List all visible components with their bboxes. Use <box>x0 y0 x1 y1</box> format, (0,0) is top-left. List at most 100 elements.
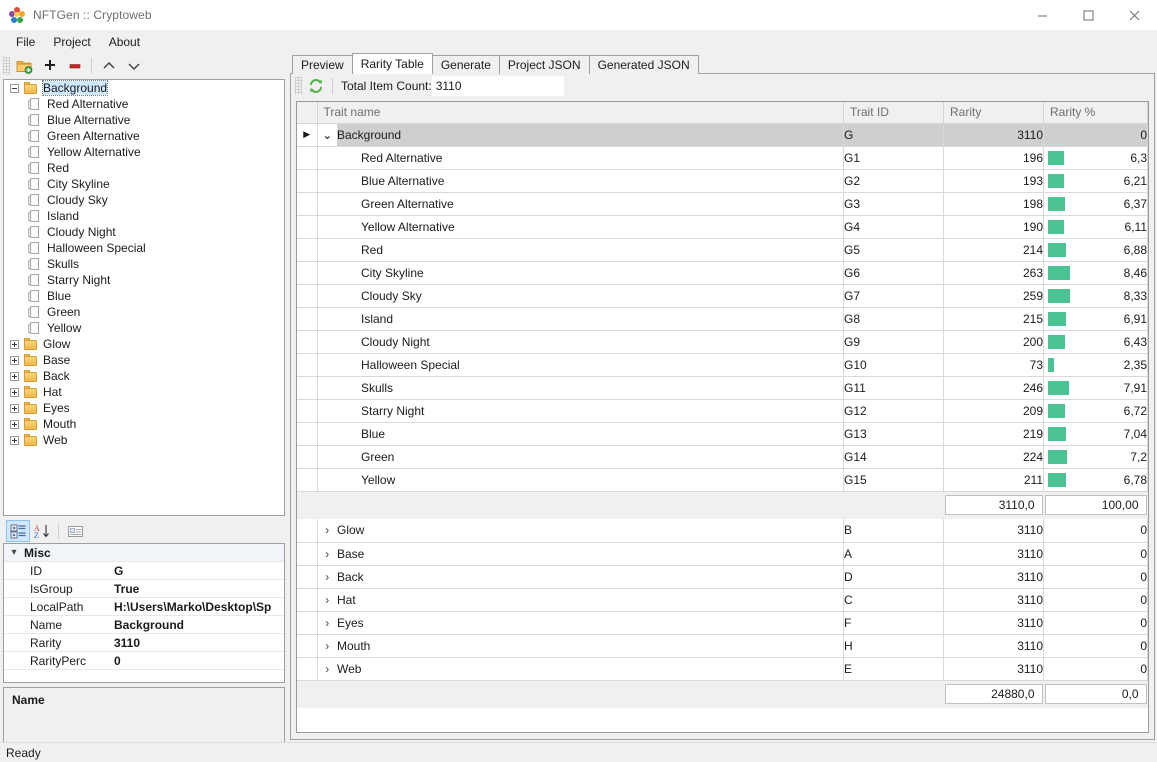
alphabetical-sort-icon[interactable]: A Z <box>30 520 54 542</box>
property-value[interactable]: H:\Users\Marko\Desktop\Sp <box>112 600 284 614</box>
row-selector[interactable] <box>297 284 318 308</box>
header-rarity-pct[interactable]: Rarity % <box>1043 102 1148 124</box>
row-selector[interactable] <box>297 238 318 262</box>
collapse-group-icon[interactable]: ⌄ <box>317 123 337 147</box>
refresh-icon[interactable] <box>304 75 328 97</box>
menu-about[interactable]: About <box>100 32 149 52</box>
move-up-icon[interactable] <box>96 55 121 77</box>
property-value[interactable]: 3110 <box>112 636 284 650</box>
table-row-group[interactable]: › Web E 3110 0 <box>297 657 1148 681</box>
grid-toolbar-grip[interactable] <box>295 77 302 95</box>
categorized-view-icon[interactable] <box>6 520 30 542</box>
tree-node-blue[interactable]: Blue <box>4 288 284 304</box>
plus-icon[interactable] <box>37 55 62 77</box>
table-row[interactable]: Green G14 224 7,2 <box>297 445 1148 469</box>
trait-tree[interactable]: Background Red Alternative Blue Alternativ… <box>3 79 285 516</box>
row-selector[interactable] <box>297 611 318 635</box>
collapse-icon[interactable] <box>10 83 19 93</box>
expand-icon[interactable] <box>10 419 19 429</box>
table-row[interactable]: Yellow G15 211 6,78 <box>297 468 1148 492</box>
row-selector[interactable] <box>297 588 318 612</box>
table-row-group[interactable]: › Hat C 3110 0 <box>297 588 1148 612</box>
tree-node-yellow[interactable]: Yellow <box>4 320 284 336</box>
tree-node-skulls[interactable]: Skulls <box>4 256 284 272</box>
table-row[interactable]: Island G8 215 6,91 <box>297 307 1148 331</box>
row-selector[interactable] <box>297 422 318 446</box>
row-selector[interactable] <box>297 146 318 170</box>
row-selector[interactable] <box>297 542 318 566</box>
expand-group-icon[interactable]: › <box>317 634 337 658</box>
property-value[interactable]: G <box>112 564 284 578</box>
tree-node-city-skyline[interactable]: City Skyline <box>4 176 284 192</box>
toolbar-grip[interactable] <box>3 57 10 75</box>
row-selector[interactable] <box>297 634 318 658</box>
add-folder-icon[interactable] <box>12 55 37 77</box>
row-selector[interactable]: ▶ <box>297 123 318 147</box>
expand-group-icon[interactable]: › <box>317 611 337 635</box>
table-row[interactable]: Halloween Special G10 73 2,35 <box>297 353 1148 377</box>
row-selector[interactable] <box>297 445 318 469</box>
minimize-icon[interactable] <box>1019 0 1065 30</box>
expand-group-icon[interactable]: › <box>317 542 337 566</box>
tab-project-json[interactable]: Project JSON <box>498 55 590 74</box>
row-selector[interactable] <box>297 519 318 543</box>
tree-node-background[interactable]: Background <box>4 80 284 96</box>
tree-node-starry-night[interactable]: Starry Night <box>4 272 284 288</box>
property-row[interactable]: IsGroup True <box>4 580 284 598</box>
tree-node-eyes[interactable]: Eyes <box>4 400 284 416</box>
tree-node-red[interactable]: Red <box>4 160 284 176</box>
property-row[interactable]: RarityPerc 0 <box>4 652 284 670</box>
property-category-row[interactable]: ▾ Misc <box>4 544 284 562</box>
property-row[interactable]: LocalPath H:\Users\Marko\Desktop\Sp <box>4 598 284 616</box>
tree-node-back[interactable]: Back <box>4 368 284 384</box>
table-row-group[interactable]: › Eyes F 3110 0 <box>297 611 1148 635</box>
property-row[interactable]: Rarity 3110 <box>4 634 284 652</box>
row-selector[interactable] <box>297 330 318 354</box>
table-row[interactable]: Cloudy Night G9 200 6,43 <box>297 330 1148 354</box>
tab-preview[interactable]: Preview <box>292 55 353 74</box>
rarity-data-grid[interactable]: Trait name Trait ID Rarity Rarity % ▶ ⌄ Ba… <box>296 101 1149 733</box>
row-selector[interactable] <box>297 192 318 216</box>
expand-group-icon[interactable]: › <box>317 519 337 543</box>
tree-node-mouth[interactable]: Mouth <box>4 416 284 432</box>
property-value[interactable]: 0 <box>112 654 284 668</box>
row-selector[interactable] <box>297 657 318 681</box>
expand-icon[interactable] <box>10 355 19 365</box>
row-selector[interactable] <box>297 169 318 193</box>
row-selector[interactable] <box>297 215 318 239</box>
expand-group-icon[interactable]: › <box>317 565 337 589</box>
property-row[interactable]: ID G <box>4 562 284 580</box>
table-row-group[interactable]: › Base A 3110 0 <box>297 542 1148 566</box>
close-icon[interactable] <box>1111 0 1157 30</box>
chevron-down-icon[interactable]: ▾ <box>4 547 24 558</box>
menu-project[interactable]: Project <box>44 32 99 52</box>
table-row[interactable]: Red G5 214 6,88 <box>297 238 1148 262</box>
table-row[interactable]: Green Alternative G3 198 6,37 <box>297 192 1148 216</box>
total-item-count-value[interactable]: 3110 <box>431 76 564 96</box>
property-pages-icon[interactable] <box>63 520 87 542</box>
tree-node-red-alternative[interactable]: Red Alternative <box>4 96 284 112</box>
table-row[interactable]: City Skyline G6 263 8,46 <box>297 261 1148 285</box>
table-row[interactable]: Starry Night G12 209 6,72 <box>297 399 1148 423</box>
tree-node-yellow-alternative[interactable]: Yellow Alternative <box>4 144 284 160</box>
table-row[interactable]: Blue G13 219 7,04 <box>297 422 1148 446</box>
tree-node-blue-alternative[interactable]: Blue Alternative <box>4 112 284 128</box>
table-row[interactable]: Cloudy Sky G7 259 8,33 <box>297 284 1148 308</box>
table-row[interactable]: Yellow Alternative G4 190 6,11 <box>297 215 1148 239</box>
move-down-icon[interactable] <box>121 55 146 77</box>
tree-node-green[interactable]: Green <box>4 304 284 320</box>
tree-node-web[interactable]: Web <box>4 432 284 448</box>
tab-generate[interactable]: Generate <box>431 55 500 74</box>
expand-icon[interactable] <box>10 403 19 413</box>
tree-node-green-alternative[interactable]: Green Alternative <box>4 128 284 144</box>
table-row[interactable]: Red Alternative G1 196 6,3 <box>297 146 1148 170</box>
table-row-group[interactable]: › Glow B 3110 0 <box>297 519 1148 543</box>
maximize-icon[interactable] <box>1065 0 1111 30</box>
expand-icon[interactable] <box>10 387 19 397</box>
tree-node-island[interactable]: Island <box>4 208 284 224</box>
table-row-group[interactable]: › Back D 3110 0 <box>297 565 1148 589</box>
row-selector[interactable] <box>297 565 318 589</box>
row-selector[interactable] <box>297 376 318 400</box>
expand-icon[interactable] <box>10 435 19 445</box>
minus-icon[interactable] <box>62 55 87 77</box>
